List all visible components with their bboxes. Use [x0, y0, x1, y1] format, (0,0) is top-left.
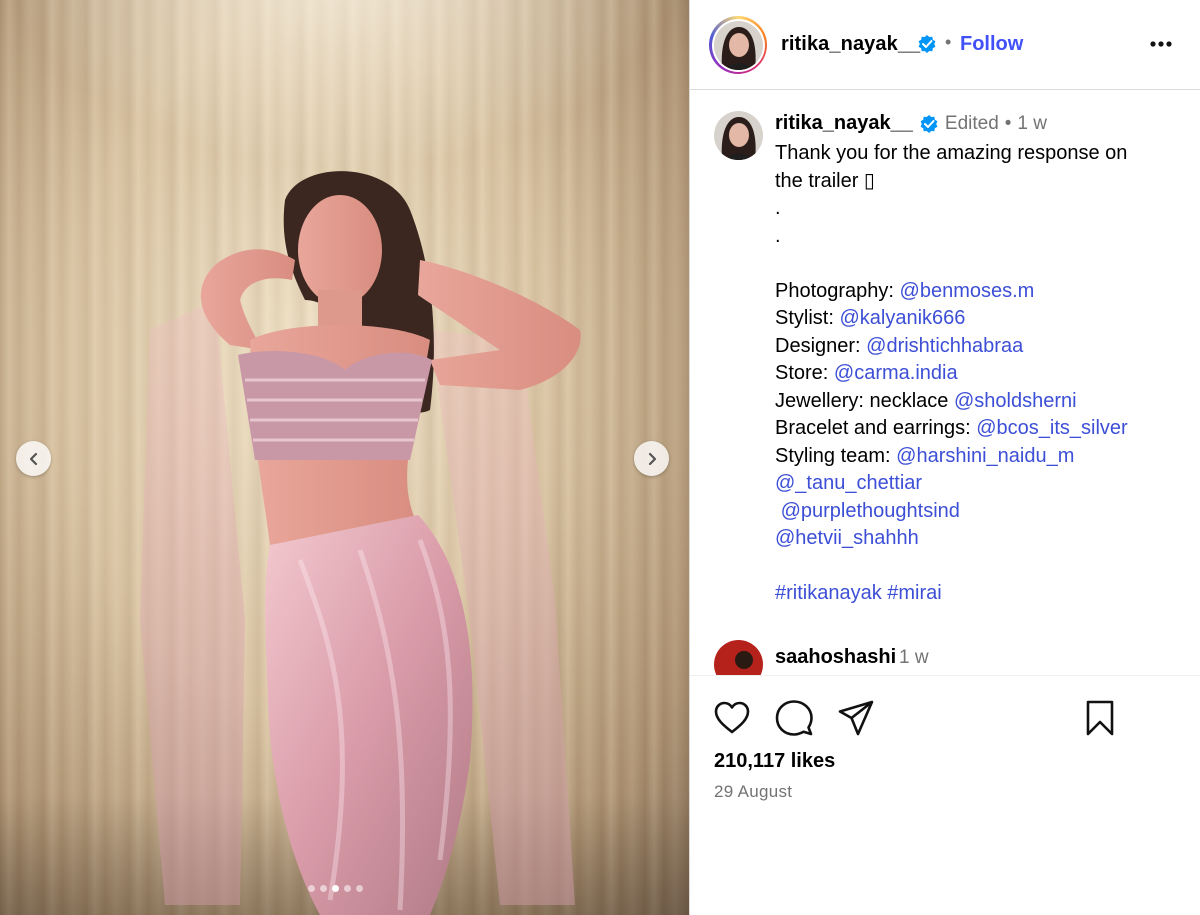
- left-cape: [140, 300, 245, 905]
- caption-line: Store: @carma.india: [775, 360, 1175, 388]
- share-icon[interactable]: [836, 698, 876, 738]
- caption-line-text: Thank you for the amazing response on: [775, 142, 1128, 164]
- post-media[interactable]: [0, 0, 689, 915]
- caption-line: .: [775, 223, 1175, 251]
- caption-line: [775, 250, 1175, 278]
- post-date: 29 August: [714, 782, 793, 801]
- caption-line: Bracelet and earrings: @bcos_its_silver: [775, 415, 1175, 443]
- chevron-left-icon: [29, 452, 37, 465]
- post-photo: [140, 171, 581, 915]
- caption-line-text: Styling team:: [775, 444, 897, 467]
- more-horizontal-icon[interactable]: [1147, 30, 1175, 58]
- caption-line-text: Store:: [775, 362, 834, 384]
- caption-username[interactable]: ritika_nayak__: [775, 110, 913, 138]
- caption-line-text: .: [775, 224, 781, 247]
- carousel-dots: [308, 885, 363, 892]
- mention-link[interactable]: @carma.india: [834, 362, 958, 384]
- previous-slide-button[interactable]: [16, 441, 51, 476]
- caption-line: Thank you for the amazing response on: [775, 140, 1175, 168]
- caption-line-text: .: [775, 197, 781, 219]
- caption-time[interactable]: 1 w: [1017, 110, 1047, 138]
- mention-link[interactable]: @benmoses.m: [900, 280, 1035, 302]
- caption-line: Photography: @benmoses.m: [775, 278, 1175, 306]
- caption-avatar[interactable]: [714, 111, 763, 160]
- commenter-avatar[interactable]: [714, 640, 763, 676]
- post-details-panel: ritika_nayak__ • Follow ritika_nayak__ E…: [689, 0, 1200, 915]
- caption-line-text: the trailer ▯: [775, 169, 875, 192]
- action-bar: [690, 677, 1200, 757]
- carousel-dot: [320, 885, 327, 892]
- likes-count[interactable]: 210,117 likes: [714, 750, 835, 773]
- header-username[interactable]: ritika_nayak__: [781, 33, 920, 56]
- heart-icon[interactable]: [712, 698, 752, 738]
- caption-text: Thank you for the amazing response on the…: [775, 140, 1175, 608]
- mention-link[interactable]: @bcos_its_silver: [976, 417, 1127, 439]
- avatar: [713, 20, 763, 70]
- verified-badge-icon: [920, 115, 938, 133]
- blouse: [238, 350, 432, 460]
- comment-time: 1 w: [899, 647, 929, 668]
- follow-button[interactable]: Follow: [960, 33, 1023, 56]
- caption-line: #ritikanayak #mirai: [775, 580, 1175, 608]
- mention-link[interactable]: @kalyanik666: [839, 307, 965, 329]
- mention-link[interactable]: @_tanu_chettiar: [775, 472, 922, 494]
- story-ring[interactable]: [709, 16, 767, 74]
- caption-line: Jewellery: necklace @sholdsherni: [775, 388, 1175, 416]
- caption-line: @hetvii_shahhh: [775, 525, 1175, 553]
- mention-link[interactable]: @hetvii_shahhh: [775, 527, 919, 549]
- mention-link[interactable]: @harshini_naidu_m: [896, 445, 1074, 467]
- caption-line-text: Photography:: [775, 279, 900, 302]
- carousel-dot: [308, 885, 315, 892]
- caption-line-text: Designer:: [775, 334, 867, 357]
- caption-line: Stylist: @kalyanik666: [775, 305, 1175, 333]
- caption-line: [775, 553, 1175, 581]
- caption-line-text: Stylist:: [775, 307, 840, 329]
- carousel-dot: [356, 885, 363, 892]
- mention-link[interactable]: @sholdsherni: [954, 390, 1077, 412]
- caption-line: Styling team: @harshini_naidu_m: [775, 443, 1175, 471]
- meta-separator: •: [1004, 113, 1012, 135]
- caption-line-text: Jewellery: necklace: [775, 389, 954, 412]
- comments-section[interactable]: ritika_nayak__ Edited • 1 w Thank you fo…: [690, 91, 1200, 676]
- carousel-dot: [344, 885, 351, 892]
- next-slide-button[interactable]: [634, 441, 669, 476]
- caption-line: the trailer ▯: [775, 168, 1175, 196]
- caption-line-text: Bracelet and earrings:: [775, 417, 977, 439]
- comment-icon[interactable]: [774, 698, 814, 738]
- caption: ritika_nayak__ Edited • 1 w Thank you fo…: [775, 110, 1175, 608]
- right-arm: [418, 260, 581, 390]
- caption-header: ritika_nayak__ Edited • 1 w: [775, 110, 1175, 138]
- chevron-right-icon: [648, 452, 656, 465]
- mention-link[interactable]: @purplethoughtsind: [781, 500, 960, 522]
- face: [298, 195, 382, 305]
- caption-line: @_tanu_chettiar: [775, 470, 1175, 498]
- caption-line: @purplethoughtsind: [775, 498, 1175, 526]
- verified-badge-icon: [918, 35, 936, 53]
- carousel-dot: [332, 885, 339, 892]
- post-header: ritika_nayak__ • Follow: [690, 0, 1200, 90]
- comment-item: saahoshashi 1 w: [714, 640, 929, 676]
- mention-link[interactable]: @drishtichhabraa: [866, 335, 1023, 357]
- caption-line: Designer: @drishtichhabraa: [775, 333, 1175, 361]
- caption-line: .: [775, 195, 1175, 223]
- bookmark-icon[interactable]: [1080, 698, 1120, 738]
- comment-username[interactable]: saahoshashi: [775, 646, 896, 669]
- edited-label: Edited: [944, 113, 999, 135]
- hashtag-link[interactable]: #ritikanayak #mirai: [775, 582, 942, 604]
- header-separator: •: [945, 32, 952, 52]
